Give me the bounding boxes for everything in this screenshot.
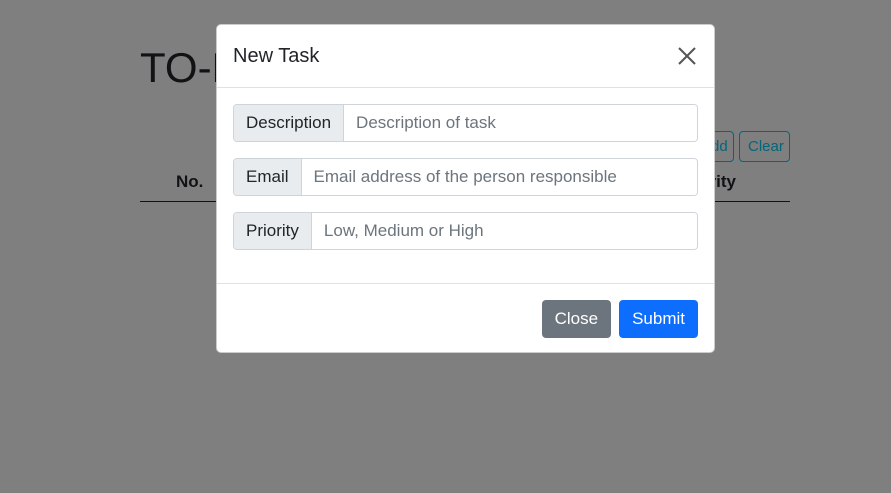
modal-header: New Task — [217, 25, 714, 88]
submit-button[interactable]: Submit — [619, 299, 698, 338]
close-button[interactable]: Close — [541, 299, 612, 338]
close-icon-glyph — [678, 47, 696, 65]
description-label: Description — [234, 105, 345, 141]
new-task-modal: New Task Description Email Priority — [216, 24, 715, 353]
email-label: Email — [234, 159, 302, 195]
modal-title: New Task — [233, 44, 320, 67]
description-field-group: Description — [233, 104, 698, 142]
modal-body: Description Email Priority — [217, 88, 714, 283]
priority-label: Priority — [234, 213, 312, 249]
description-input[interactable] — [344, 105, 697, 141]
priority-input[interactable] — [311, 213, 697, 249]
close-icon[interactable] — [676, 45, 698, 67]
email-input[interactable] — [301, 159, 697, 195]
page: TO-DO Add Clear No. Priority New Task De… — [0, 0, 891, 493]
email-field-group: Email — [233, 158, 698, 196]
priority-field-group: Priority — [233, 212, 698, 250]
modal-footer: Close Submit — [217, 283, 714, 353]
